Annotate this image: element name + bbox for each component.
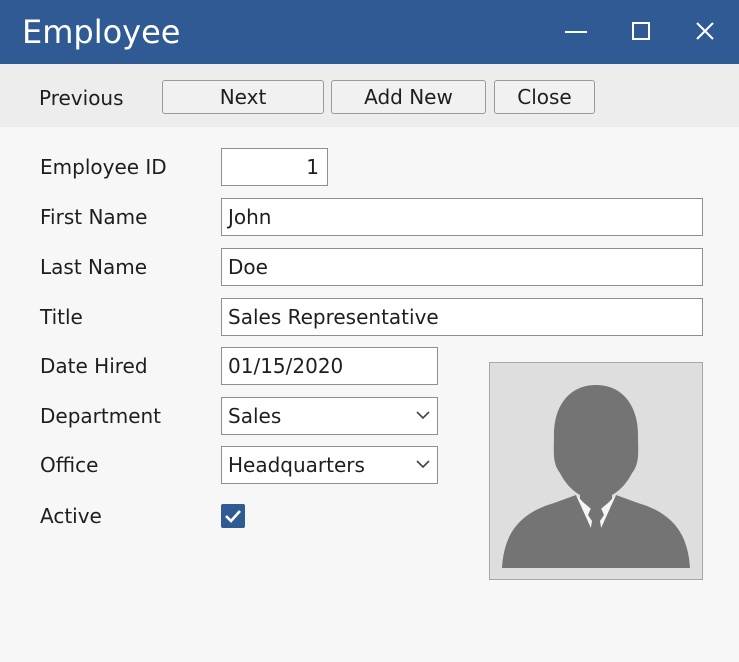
previous-button[interactable]: Previous [39,83,124,113]
last-name-field[interactable]: Doe [221,248,703,286]
minimize-icon[interactable] [559,14,593,48]
office-label: Office [40,453,99,477]
person-silhouette-icon [502,385,690,568]
employee-id-label: Employee ID [40,155,167,179]
maximize-icon[interactable] [624,14,658,48]
chevron-down-icon [416,411,430,420]
department-select[interactable]: Sales [221,397,438,435]
department-value: Sales [228,404,282,428]
close-icon[interactable] [688,14,722,48]
active-checkbox[interactable] [221,504,245,528]
title-field[interactable]: Sales Representative [221,298,703,336]
employee-id-field[interactable]: 1 [221,148,328,186]
office-select[interactable]: Headquarters [221,446,438,484]
department-label: Department [40,404,162,428]
first-name-field[interactable]: John [221,198,703,236]
window-title: Employee [22,13,181,51]
checkmark-icon [225,510,241,523]
office-value: Headquarters [228,453,365,477]
employee-photo[interactable] [489,362,703,580]
first-name-label: First Name [40,205,148,229]
date-hired-field[interactable]: 01/15/2020 [221,347,438,385]
chevron-down-icon [416,460,430,469]
close-button[interactable]: Close [494,80,595,114]
next-button[interactable]: Next [162,80,324,114]
title-label: Title [40,305,83,329]
last-name-label: Last Name [40,255,148,279]
active-label: Active [40,504,102,528]
add-new-button[interactable]: Add New [331,80,486,114]
date-hired-label: Date Hired [40,354,148,378]
